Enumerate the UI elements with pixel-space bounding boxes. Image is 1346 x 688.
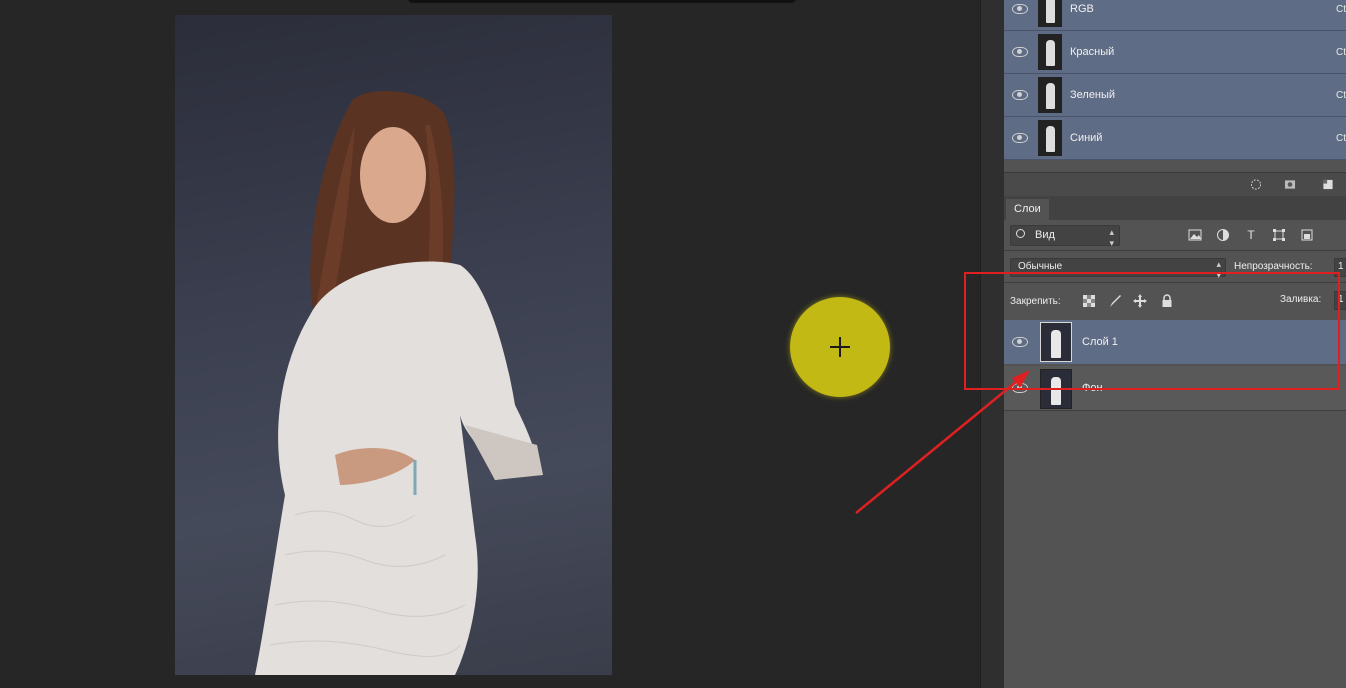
document-canvas[interactable] xyxy=(0,0,980,688)
channel-list-overflow xyxy=(1004,164,1346,172)
smart-object-filter-icon[interactable] xyxy=(1300,228,1314,242)
eye-icon[interactable] xyxy=(1012,47,1028,57)
tab-layers[interactable]: Слои xyxy=(1006,199,1049,220)
channel-thumbnail xyxy=(1038,0,1062,27)
channel-row-rgb[interactable]: RGB Ct xyxy=(1004,0,1346,31)
channel-shortcut: Ct xyxy=(1336,132,1346,144)
crosshair-icon xyxy=(830,337,850,357)
brush-cursor-highlight xyxy=(790,297,890,397)
load-selection-icon[interactable] xyxy=(1250,179,1262,190)
shape-filter-icon[interactable] xyxy=(1272,228,1286,242)
annotation-red-box xyxy=(964,272,1340,390)
channel-row-red[interactable]: Красный Ct xyxy=(1004,31,1346,74)
channel-row-blue[interactable]: Синий Ct xyxy=(1004,117,1346,160)
channel-shortcut: Ct xyxy=(1336,46,1346,58)
channel-label: Зеленый xyxy=(1070,89,1116,101)
opacity-value: 1 xyxy=(1338,261,1344,272)
channel-row-green[interactable]: Зеленый Ct xyxy=(1004,74,1346,117)
separator xyxy=(1004,410,1346,411)
layer-filter-select[interactable]: Вид ▴ ▾ xyxy=(1010,225,1120,248)
image-filter-icon[interactable] xyxy=(1188,228,1202,242)
channel-label: RGB xyxy=(1070,3,1094,15)
photo-girl-white-dress[interactable] xyxy=(175,15,612,675)
channel-thumbnail xyxy=(1038,120,1062,156)
search-icon xyxy=(1016,229,1025,238)
channel-label: Красный xyxy=(1070,46,1115,58)
save-selection-icon[interactable] xyxy=(1284,179,1296,190)
photo-content xyxy=(255,91,543,675)
opacity-label: Непрозрачность: xyxy=(1234,261,1313,272)
channel-thumbnail xyxy=(1038,77,1062,113)
new-channel-icon[interactable] xyxy=(1322,179,1334,190)
channel-label: Синий xyxy=(1070,132,1103,144)
layers-tabbar: Слои xyxy=(1004,196,1346,220)
channels-bottom-toolbar xyxy=(1004,172,1346,197)
layer-filter-row: Вид ▴ ▾ T xyxy=(1004,222,1346,248)
channel-thumbnail xyxy=(1038,34,1062,70)
adjustment-filter-icon[interactable] xyxy=(1216,228,1230,242)
blend-mode-value: Обычные xyxy=(1018,261,1063,272)
eye-icon[interactable] xyxy=(1012,90,1028,100)
eye-icon[interactable] xyxy=(1012,133,1028,143)
channel-shortcut: Ct xyxy=(1336,89,1346,101)
filter-value: Вид xyxy=(1035,229,1055,241)
type-filter-icon[interactable]: T xyxy=(1244,228,1258,242)
separator xyxy=(1004,250,1346,251)
top-toolbar-edge xyxy=(408,0,796,3)
updown-arrows-icon: ▴ ▾ xyxy=(1109,227,1114,248)
channel-shortcut: Ct xyxy=(1336,3,1346,15)
eye-icon[interactable] xyxy=(1012,4,1028,14)
